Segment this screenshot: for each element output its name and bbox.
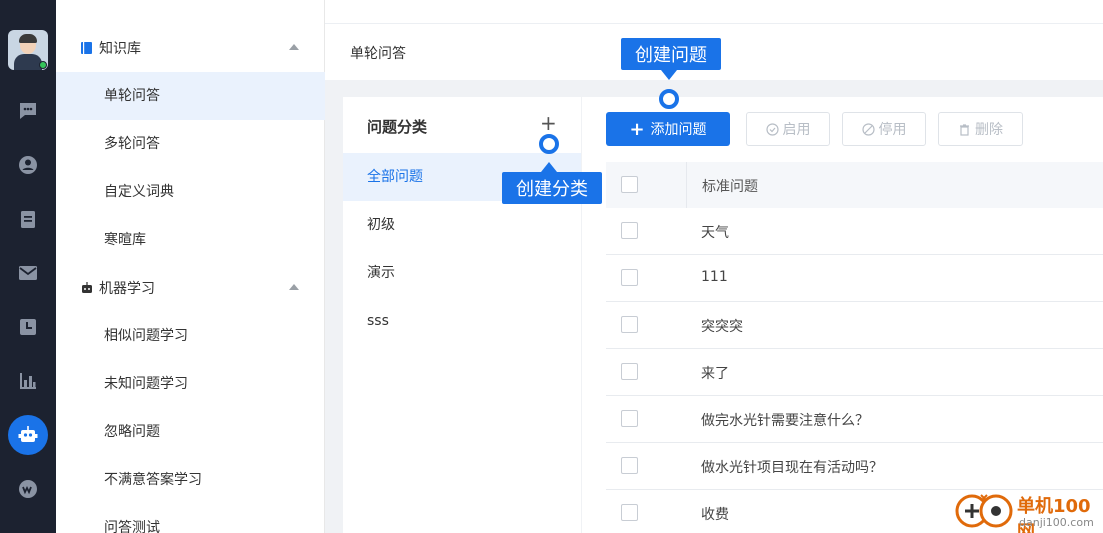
table-row[interactable]: 来了 (606, 349, 1103, 396)
callout-create-question: 创建问题 (621, 38, 721, 70)
row-checkbox[interactable] (621, 457, 638, 474)
column-header-standard-question: 标准问题 (702, 179, 758, 195)
watermark-url: danji100.com (1019, 516, 1094, 529)
row-checkbox[interactable] (621, 504, 638, 521)
table-row[interactable]: 突突突 (606, 302, 1103, 349)
group-label: 机器学习 (99, 281, 155, 297)
online-status-dot (39, 61, 47, 69)
knowledge-sidebar: 知识库 单轮问答 多轮问答 自定义词典 寒暄库 机器学习 相似问题学习 未知问题… (56, 0, 325, 533)
add-question-label: 添加问题 (650, 122, 707, 138)
delete-button[interactable]: 删除 (938, 112, 1023, 146)
sidebar-item-chitchat[interactable]: 寒暄库 (56, 216, 325, 264)
callout-pointer (541, 162, 557, 172)
user-icon[interactable] (17, 154, 39, 176)
row-checkbox[interactable] (621, 222, 638, 239)
collapse-caret-icon[interactable] (289, 44, 299, 50)
disable-label: 停用 (878, 122, 907, 138)
table-header: 标准问题 (606, 162, 1103, 208)
callout-create-category: 创建分类 (502, 172, 602, 204)
question-cell: 做完水光针需要注意什么？ (701, 413, 869, 429)
sidebar-item-custom-dict[interactable]: 自定义词典 (56, 168, 325, 216)
ban-icon (861, 122, 875, 136)
add-question-button[interactable]: + 添加问题 (606, 112, 730, 146)
watermark-logo (955, 494, 1013, 528)
plus-icon: + (629, 118, 645, 140)
row-checkbox[interactable] (621, 363, 638, 380)
clock-icon[interactable] (17, 316, 39, 338)
question-cell: 111 (701, 269, 728, 285)
callout-ring-marker (539, 134, 559, 154)
callout-pointer (661, 70, 677, 80)
enable-button[interactable]: 启用 (746, 112, 830, 146)
group-label: 知识库 (99, 41, 141, 57)
category-item-basic[interactable]: 初级 (343, 201, 581, 249)
delete-label: 删除 (975, 122, 1003, 138)
bar-chart-icon[interactable] (17, 370, 39, 392)
table-row[interactable]: 做水光针项目现在有活动吗？ (606, 443, 1103, 490)
sidebar-item-multi-qa[interactable]: 多轮问答 (56, 120, 325, 168)
question-cell: 做水光针项目现在有活动吗？ (701, 460, 883, 476)
category-item-sss[interactable]: sss (343, 297, 581, 345)
watermark: 单机100网 danji100.com (955, 490, 1103, 533)
sidebar-item-similar-learning[interactable]: 相似问题学习 (56, 312, 325, 360)
question-cell: 收费 (701, 507, 729, 523)
trash-icon (960, 123, 969, 136)
sidebar-item-single-qa[interactable]: 单轮问答 (56, 72, 325, 120)
table-row[interactable]: 做完水光针需要注意什么？ (606, 396, 1103, 443)
question-cell: 天气 (701, 225, 729, 241)
sidebar-item-qa-test[interactable]: 问答测试 (56, 504, 325, 533)
select-all-checkbox[interactable] (621, 176, 638, 193)
sidebar-item-unknown-learning[interactable]: 未知问题学习 (56, 360, 325, 408)
icon-rail (0, 0, 56, 533)
check-circle-icon (765, 122, 779, 136)
sidebar-item-ignored[interactable]: 忽略问题 (56, 408, 325, 456)
category-title: 问题分类 (367, 118, 428, 136)
group-knowledge-base[interactable]: 知识库 (56, 24, 325, 72)
chat-icon[interactable] (17, 100, 39, 122)
mail-icon[interactable] (17, 262, 39, 284)
page-title: 单轮问答 (350, 46, 406, 62)
question-cell: 来了 (701, 366, 729, 382)
enable-label: 启用 (782, 122, 811, 138)
category-item-demo[interactable]: 演示 (343, 249, 581, 297)
add-category-button[interactable]: + (540, 113, 557, 133)
robot-icon (80, 281, 94, 295)
callout-ring-marker (659, 89, 679, 109)
robot-icon[interactable] (8, 415, 48, 455)
collapse-caret-icon[interactable] (289, 284, 299, 290)
row-checkbox[interactable] (621, 316, 638, 333)
row-checkbox[interactable] (621, 410, 638, 427)
group-machine-learning[interactable]: 机器学习 (56, 264, 325, 312)
wechat-icon[interactable] (17, 478, 39, 500)
table-row[interactable]: 111 (606, 255, 1103, 302)
disable-button[interactable]: 停用 (842, 112, 926, 146)
sidebar-item-unsatisfied[interactable]: 不满意答案学习 (56, 456, 325, 504)
clipboard-icon[interactable] (17, 208, 39, 230)
row-checkbox[interactable] (621, 269, 638, 286)
question-cell: 突突突 (701, 319, 743, 335)
book-icon (80, 41, 94, 55)
table-row[interactable]: 天气 (606, 208, 1103, 255)
